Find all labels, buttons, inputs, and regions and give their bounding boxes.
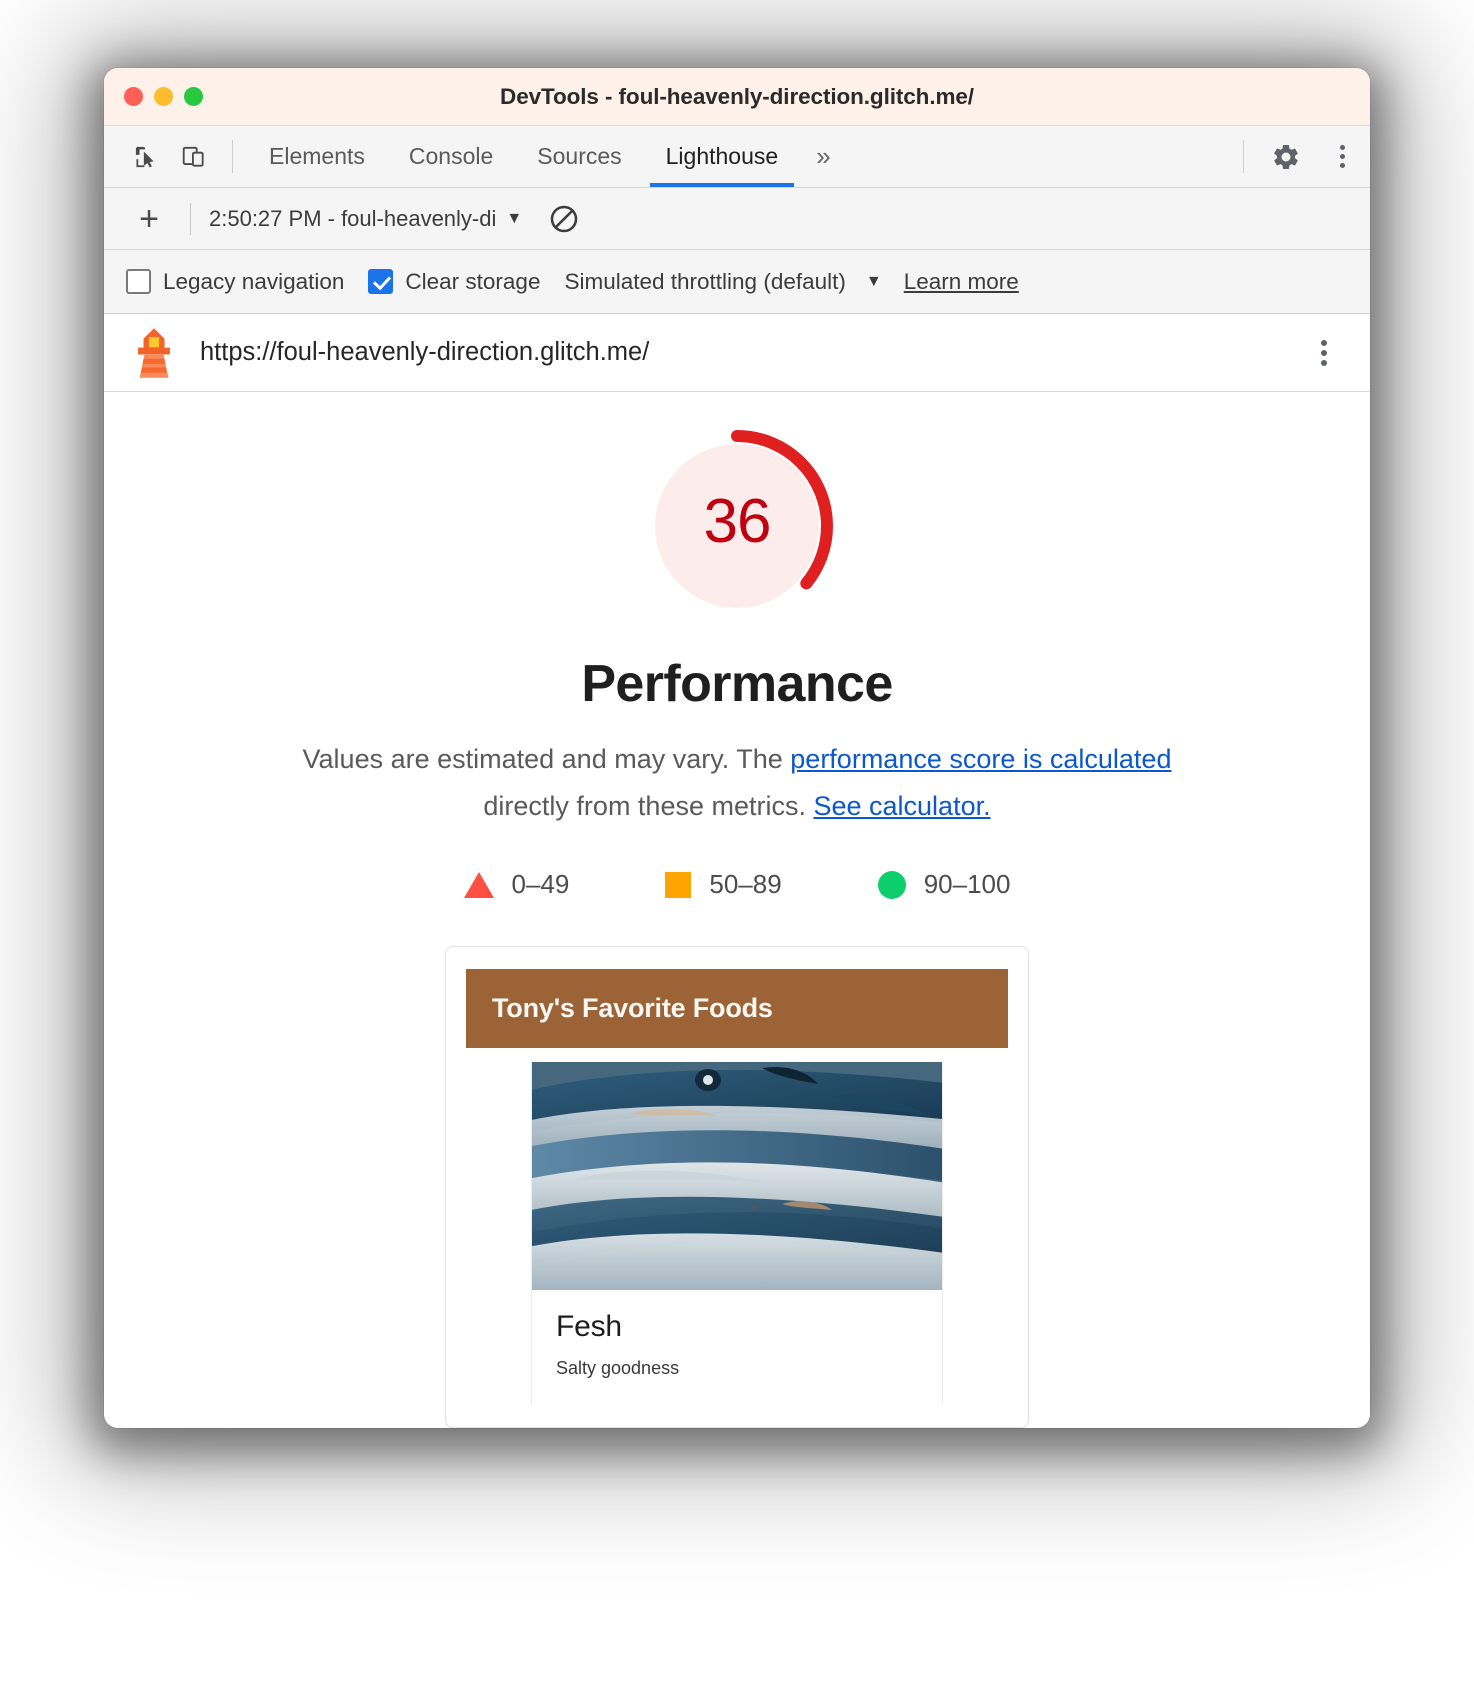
legend-item-average: 50–89 xyxy=(665,869,782,900)
maximize-button[interactable] xyxy=(184,87,203,106)
screenshot-root: DevTools - foul-heavenly-direction.glitc… xyxy=(0,0,1474,1692)
devtools-window: DevTools - foul-heavenly-direction.glitc… xyxy=(104,68,1370,1428)
tab-elements-label: Elements xyxy=(269,143,365,169)
new-audit-button[interactable]: + xyxy=(126,196,172,242)
performance-score-gauge: 36 xyxy=(637,426,837,622)
legend-label-fail: 0–49 xyxy=(511,869,570,899)
description-text-1: Values are estimated and may vary. The xyxy=(302,744,791,775)
score-legend: 0–49 50–89 90–100 xyxy=(463,869,1011,900)
device-toolbar-icon[interactable] xyxy=(170,126,218,187)
see-calculator-link[interactable]: See calculator. xyxy=(813,791,990,821)
more-tabs-icon[interactable]: » xyxy=(800,126,846,187)
performance-score-calculated-link[interactable]: performance score is calculated xyxy=(790,744,1171,774)
lighthouse-runbar: + 2:50:27 PM - foul-heavenly-di ▼ xyxy=(104,188,1370,250)
square-icon xyxy=(665,871,692,898)
kebab-dots xyxy=(1339,145,1345,168)
report-menu-icon[interactable] xyxy=(1304,339,1344,366)
throttling-value: Simulated throttling (default) xyxy=(564,268,846,294)
fish-photo xyxy=(532,1062,942,1290)
tab-console-label: Console xyxy=(408,143,494,169)
food-card: Fesh Salty goodness xyxy=(531,1062,943,1405)
more-tabs-label: » xyxy=(816,141,831,171)
clear-storage-checkbox[interactable]: Clear storage xyxy=(368,269,540,295)
tabstrip-divider xyxy=(232,140,233,173)
clear-storage-label: Clear storage xyxy=(405,268,541,294)
description-text-2: directly from these metrics. xyxy=(483,790,814,821)
devtools-tabstrip: Elements Console Sources Lighthouse » xyxy=(104,126,1370,188)
window-titlebar: DevTools - foul-heavenly-direction.glitc… xyxy=(104,68,1370,126)
runbar-divider xyxy=(190,202,191,235)
circle-icon xyxy=(877,870,906,899)
clear-storage-box[interactable] xyxy=(368,269,394,294)
report-url: https://foul-heavenly-direction.glitch.m… xyxy=(200,338,650,366)
tab-console[interactable]: Console xyxy=(387,126,515,187)
performance-score-value: 36 xyxy=(703,487,772,557)
close-button[interactable] xyxy=(124,87,143,106)
tabstrip-actions-divider xyxy=(1243,140,1244,173)
report-select-value: 2:50:27 PM - foul-heavenly-di xyxy=(209,205,497,231)
learn-more-link[interactable]: Learn more xyxy=(904,269,1019,295)
category-title: Performance xyxy=(581,655,893,714)
lighthouse-report: 36 Performance Values are estimated and … xyxy=(104,392,1370,1428)
legend-item-fail: 0–49 xyxy=(463,869,570,900)
legend-label-pass: 90–100 xyxy=(923,869,1011,899)
throttling-select[interactable]: Simulated throttling (default) ▼ xyxy=(564,269,881,295)
legend-label-average: 50–89 xyxy=(709,869,782,899)
kebab-dots xyxy=(1321,339,1327,366)
lighthouse-options-bar: Legacy navigation Clear storage Simulate… xyxy=(104,250,1370,314)
food-subtitle: Salty goodness xyxy=(556,1358,680,1378)
chevron-down-icon: ▼ xyxy=(865,272,882,290)
site-header-banner: Tony's Favorite Foods xyxy=(466,969,1008,1048)
legend-item-pass: 90–100 xyxy=(877,869,1011,900)
tab-lighthouse[interactable]: Lighthouse xyxy=(644,126,801,187)
gear-icon[interactable] xyxy=(1258,126,1314,187)
tab-sources[interactable]: Sources xyxy=(515,126,643,187)
inspect-cursor-icon[interactable] xyxy=(122,126,170,187)
tab-lighthouse-label: Lighthouse xyxy=(665,143,779,169)
report-select[interactable]: 2:50:27 PM - foul-heavenly-di ▼ xyxy=(209,206,522,232)
final-screenshot-card: Tony's Favorite Foods Fesh Salty goodnes… xyxy=(445,946,1029,1428)
kebab-menu-icon[interactable] xyxy=(1314,126,1370,187)
tabstrip-actions xyxy=(1229,126,1370,187)
tab-sources-label: Sources xyxy=(537,143,622,169)
legacy-navigation-checkbox[interactable]: Legacy navigation xyxy=(126,269,344,295)
legacy-navigation-label: Legacy navigation xyxy=(163,268,345,294)
score-description: Values are estimated and may vary. The p… xyxy=(277,736,1197,829)
lighthouse-icon xyxy=(130,326,178,380)
devtools-tabs: Elements Console Sources Lighthouse xyxy=(247,126,800,187)
legacy-navigation-box[interactable] xyxy=(126,269,151,294)
new-audit-label: + xyxy=(139,199,159,238)
triangle-icon xyxy=(463,871,494,898)
tab-elements[interactable]: Elements xyxy=(247,126,387,187)
clear-reports-icon[interactable] xyxy=(548,203,580,235)
chevron-down-icon: ▼ xyxy=(506,209,523,227)
food-title: Fesh xyxy=(556,1310,622,1343)
report-urlbar: https://foul-heavenly-direction.glitch.m… xyxy=(104,314,1370,392)
minimize-button[interactable] xyxy=(154,87,173,106)
food-card-body: Fesh Salty goodness xyxy=(532,1290,942,1405)
window-title: DevTools - foul-heavenly-direction.glitc… xyxy=(500,83,974,109)
window-traffic-lights xyxy=(124,68,203,125)
